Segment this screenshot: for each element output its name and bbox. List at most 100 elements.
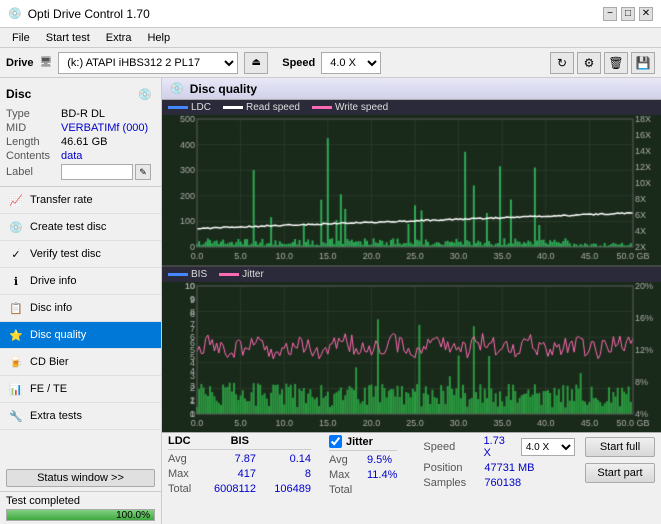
maximize-button[interactable]: □ bbox=[621, 7, 635, 21]
sidebar-item-disc-info[interactable]: 📋 Disc info bbox=[0, 295, 161, 322]
refresh-button[interactable]: ↻ bbox=[550, 52, 574, 74]
max-row: Max 417 8 bbox=[168, 468, 311, 480]
jitter-checkbox[interactable] bbox=[329, 435, 342, 448]
sidebar-item-disc-quality[interactable]: ⭐ Disc quality bbox=[0, 322, 161, 349]
menu-start-test[interactable]: Start test bbox=[38, 31, 98, 45]
drive-label: Drive bbox=[6, 57, 34, 69]
disc-info-label: Disc info bbox=[30, 302, 72, 314]
start-buttons: Start full Start part bbox=[585, 435, 655, 483]
ldc-legend: LDC bbox=[168, 102, 211, 113]
avg-ldc-value: 7.87 bbox=[206, 453, 256, 465]
disc-label-input[interactable] bbox=[61, 164, 133, 180]
sidebar-item-verify-test-disc[interactable]: ✓ Verify test disc bbox=[0, 241, 161, 268]
menu-file[interactable]: File bbox=[4, 31, 38, 45]
total-ldc-value: 6008112 bbox=[206, 483, 256, 495]
disc-length-value: 46.61 GB bbox=[61, 136, 107, 148]
read-speed-legend: Read speed bbox=[223, 102, 300, 113]
total-label: Total bbox=[168, 483, 206, 495]
jitter-legend: Jitter bbox=[219, 269, 264, 280]
jitter-stats: Jitter Avg 9.5% Max 11.4% Total bbox=[329, 435, 397, 496]
drive-toolbar: Drive 🖥 (k:) ATAPI iHBS312 2 PL17 ⏏ Spee… bbox=[0, 48, 661, 78]
disc-mid-value: VERBATIMf (000) bbox=[61, 122, 148, 134]
max-jitter-label: Max bbox=[329, 469, 367, 481]
total-bis-value: 106489 bbox=[256, 483, 311, 495]
transfer-rate-label: Transfer rate bbox=[30, 194, 93, 206]
bis-legend-label: BIS bbox=[191, 269, 207, 280]
sidebar: Disc 💿 Type BD-R DL MID VERBATIMf (000) … bbox=[0, 78, 162, 524]
avg-label: Avg bbox=[168, 453, 206, 465]
titlebar: 💿 Opti Drive Control 1.70 − □ ✕ bbox=[0, 0, 661, 28]
upper-chart-container: LDC Read speed Write speed bbox=[162, 100, 661, 265]
speed-dropdown[interactable]: 4.0 X 2.0 X 8.0 X bbox=[521, 438, 575, 456]
samples-value: 760138 bbox=[484, 477, 521, 489]
save-button[interactable]: 💾 bbox=[631, 52, 655, 74]
disc-label-label: Label bbox=[6, 166, 61, 178]
menu-extra[interactable]: Extra bbox=[98, 31, 140, 45]
lower-chart-canvas bbox=[162, 282, 661, 432]
main-layout: Disc 💿 Type BD-R DL MID VERBATIMf (000) … bbox=[0, 78, 661, 524]
sidebar-item-cd-bier[interactable]: 🍺 CD Bier bbox=[0, 349, 161, 376]
bis-col-header: BIS bbox=[231, 435, 249, 447]
sidebar-item-extra-tests[interactable]: 🔧 Extra tests bbox=[0, 403, 161, 430]
minimize-button[interactable]: − bbox=[603, 7, 617, 21]
max-jitter-row: Max 11.4% bbox=[329, 469, 397, 481]
upper-chart-canvas bbox=[162, 115, 661, 265]
max-ldc-value: 417 bbox=[206, 468, 256, 480]
start-full-button[interactable]: Start full bbox=[585, 437, 655, 457]
disc-info-icon: 📋 bbox=[8, 300, 24, 316]
disc-contents-value: data bbox=[61, 150, 82, 162]
content-area: 💿 Disc quality LDC Read speed bbox=[162, 78, 661, 524]
speed-label: Speed bbox=[282, 57, 315, 69]
bis-legend: BIS bbox=[168, 269, 207, 280]
disc-contents-label: Contents bbox=[6, 150, 61, 162]
total-jitter-label: Total bbox=[329, 484, 367, 496]
lower-chart-container: BIS Jitter bbox=[162, 265, 661, 432]
cd-bier-label: CD Bier bbox=[30, 356, 69, 368]
eject-button[interactable]: ⏏ bbox=[244, 52, 268, 74]
drive-select[interactable]: (k:) ATAPI iHBS312 2 PL17 bbox=[58, 52, 238, 74]
disc-contents-row: Contents data bbox=[6, 150, 155, 162]
titlebar-controls[interactable]: − □ ✕ bbox=[603, 7, 653, 21]
disc-quality-title: Disc quality bbox=[190, 82, 257, 96]
jitter-header: Jitter bbox=[329, 435, 397, 451]
ldc-bis-header: LDC BIS bbox=[168, 435, 311, 450]
avg-bis-value: 0.14 bbox=[256, 453, 311, 465]
disc-type-value: BD-R DL bbox=[61, 108, 105, 120]
sidebar-item-transfer-rate[interactable]: 📈 Transfer rate bbox=[0, 187, 161, 214]
settings-button[interactable]: ⚙ bbox=[577, 52, 601, 74]
disc-type-label: Type bbox=[6, 108, 61, 120]
charts-wrapper: LDC Read speed Write speed bbox=[162, 100, 661, 432]
upper-chart bbox=[162, 115, 661, 265]
disc-mid-row: MID VERBATIMf (000) bbox=[6, 122, 155, 134]
sidebar-item-fe-te[interactable]: 📊 FE / TE bbox=[0, 376, 161, 403]
status-window-button[interactable]: Status window >> bbox=[6, 469, 155, 487]
extra-tests-icon: 🔧 bbox=[8, 408, 24, 424]
position-label: Position bbox=[423, 462, 478, 474]
speed-select[interactable]: 4.0 X 1.0 X 2.0 X 8.0 X bbox=[321, 52, 381, 74]
disc-quality-icon: ⭐ bbox=[8, 327, 24, 343]
menu-help[interactable]: Help bbox=[139, 31, 178, 45]
position-value: 47731 MB bbox=[484, 462, 534, 474]
erase-button[interactable]: 🗑 bbox=[604, 52, 628, 74]
close-button[interactable]: ✕ bbox=[639, 7, 653, 21]
disc-section-label: Disc bbox=[6, 87, 31, 101]
max-jitter-value: 11.4% bbox=[367, 469, 397, 481]
upper-legend: LDC Read speed Write speed bbox=[162, 100, 661, 115]
drive-icon: 🖥 bbox=[40, 57, 53, 68]
sidebar-item-create-test-disc[interactable]: 💿 Create test disc bbox=[0, 214, 161, 241]
drive-info-icon: ℹ bbox=[8, 273, 24, 289]
ldc-bis-stats: LDC BIS Avg 7.87 0.14 Max 417 8 Total 60… bbox=[168, 435, 311, 495]
disc-mid-label: MID bbox=[6, 122, 61, 134]
verify-test-disc-label: Verify test disc bbox=[30, 248, 101, 260]
jitter-col-header: Jitter bbox=[346, 436, 373, 448]
progress-area: Test completed 100.0% bbox=[0, 491, 161, 524]
sidebar-item-drive-info[interactable]: ℹ Drive info bbox=[0, 268, 161, 295]
write-speed-legend-label: Write speed bbox=[335, 102, 388, 113]
total-jitter-row: Total bbox=[329, 484, 397, 496]
disc-type-row: Type BD-R DL bbox=[6, 108, 155, 120]
extra-tests-label: Extra tests bbox=[30, 410, 82, 422]
disc-label-edit-button[interactable]: ✎ bbox=[135, 164, 151, 180]
cd-bier-icon: 🍺 bbox=[8, 354, 24, 370]
disc-info-header: Disc 💿 bbox=[6, 84, 155, 104]
start-part-button[interactable]: Start part bbox=[585, 463, 655, 483]
